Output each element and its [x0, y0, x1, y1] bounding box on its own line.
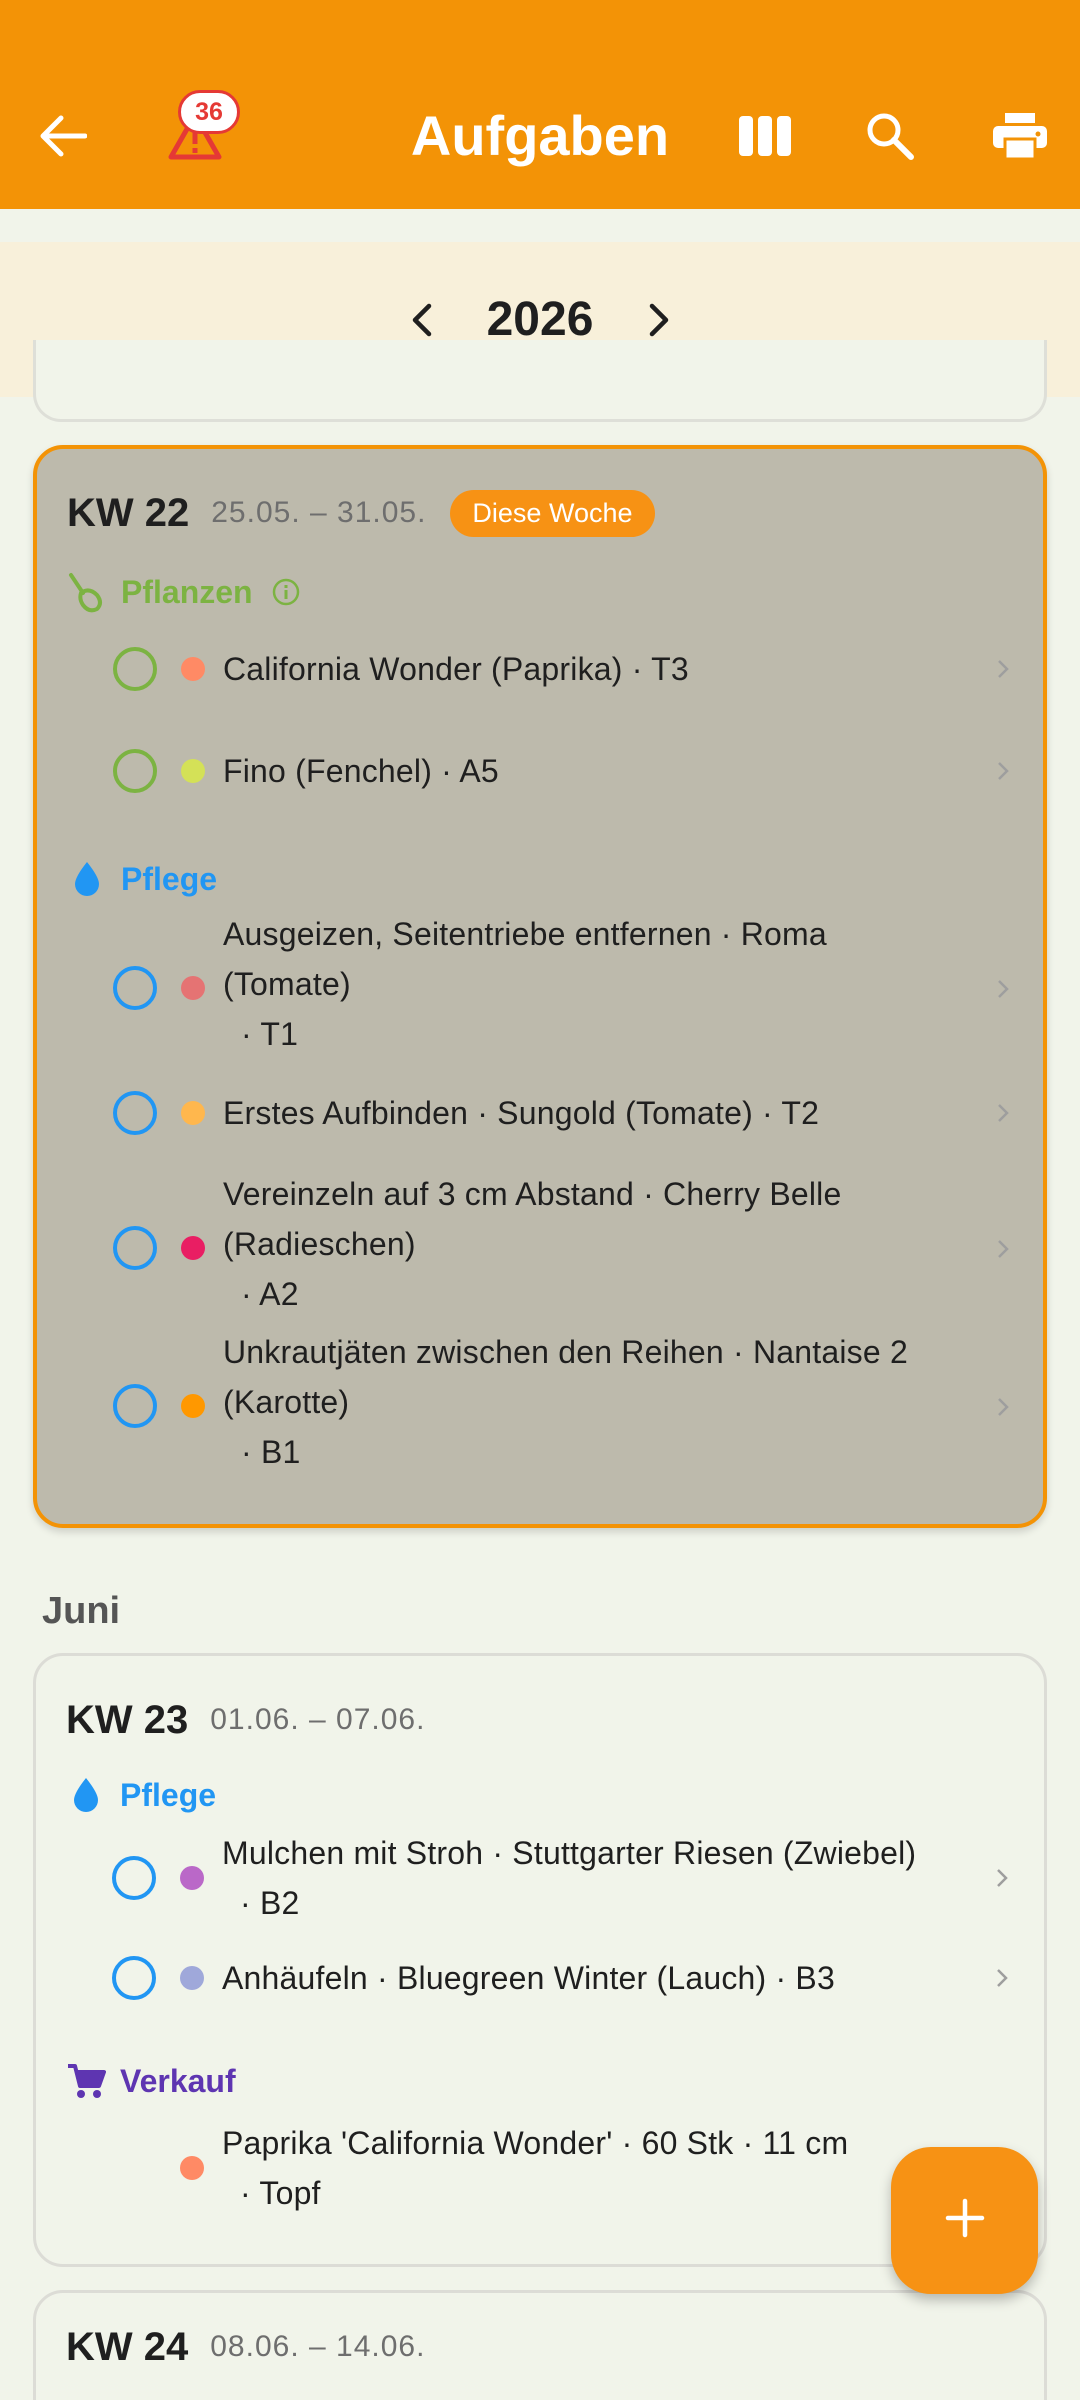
bed-color-dot — [180, 1866, 204, 1890]
task-checkbox[interactable] — [113, 966, 157, 1010]
week-card-current: KW 22 25.05. – 31.05. Diese Woche Pflanz… — [33, 445, 1047, 1528]
this-week-badge: Diese Woche — [450, 489, 655, 537]
week-header: KW 23 01.06. – 07.06. — [66, 1690, 425, 1750]
bed-color-dot — [180, 1966, 204, 1990]
chevron-right-icon — [990, 1863, 1014, 1893]
info-icon[interactable] — [271, 577, 301, 607]
task-checkbox[interactable] — [113, 1091, 157, 1135]
bed-color-dot — [181, 759, 205, 783]
week-number: KW 23 — [66, 1697, 189, 1742]
task-text: Fino (Fenchel) · A5 — [223, 753, 499, 789]
bed-color-dot — [180, 2156, 204, 2180]
chevron-right-icon — [991, 1392, 1015, 1422]
week-number: KW 22 — [67, 490, 190, 535]
bed-color-dot — [181, 1101, 205, 1125]
app-bar: 36 Aufgaben — [0, 0, 1080, 209]
chevron-right-icon — [991, 756, 1015, 786]
columns-icon[interactable] — [730, 96, 800, 176]
water-drop-icon — [67, 857, 107, 901]
bed-color-dot — [181, 657, 205, 681]
task-item[interactable]: California Wonder (Paprika) · T3 — [37, 619, 1045, 719]
plant-icon — [67, 570, 107, 614]
section-title: Pflanzen — [121, 573, 253, 610]
plus-icon — [945, 2198, 985, 2243]
task-checkbox[interactable] — [113, 647, 157, 691]
task-item[interactable]: Fino (Fenchel) · A5 — [37, 721, 1045, 821]
cart-icon — [66, 2059, 106, 2103]
chevron-right-icon — [991, 1098, 1015, 1128]
task-checkbox[interactable] — [113, 1226, 157, 1270]
section-header-pflege: Pflege — [67, 854, 217, 904]
task-item[interactable]: Ausgeizen, Seitentriebe entfernen · Roma… — [37, 909, 1045, 1069]
task-text: Unkrautjäten zwischen den Reihen · Nanta… — [223, 1334, 908, 1470]
section-title: Pflege — [121, 860, 218, 897]
task-text: Mulchen mit Stroh · Stuttgarter Riesen (… — [222, 1835, 917, 1921]
task-checkbox[interactable] — [113, 749, 157, 793]
task-text: Vereinzeln auf 3 cm Abstand · Cherry Bel… — [223, 1176, 842, 1312]
previous-week-card — [33, 340, 1047, 422]
bed-color-dot — [181, 1236, 205, 1260]
week-date-range: 08.06. – 14.06. — [210, 2330, 426, 2363]
chevron-right-icon — [991, 654, 1015, 684]
add-task-button[interactable] — [891, 2147, 1038, 2294]
task-item[interactable]: Mulchen mit Stroh · Stuttgarter Riesen (… — [36, 1826, 1044, 1936]
week-card: KW 24 08.06. – 14.06. — [33, 2290, 1047, 2400]
section-title: Verkauf — [120, 2062, 236, 2099]
task-text: Ausgeizen, Seitentriebe entfernen · Roma… — [223, 916, 827, 1052]
water-drop-icon — [66, 1773, 106, 1817]
task-checkbox[interactable] — [112, 1856, 156, 1900]
bed-color-dot — [181, 1394, 205, 1418]
chevron-right-icon — [990, 1963, 1014, 1993]
week-date-range: 25.05. – 31.05. — [211, 496, 427, 529]
task-text: Anhäufeln · Bluegreen Winter (Lauch) · B… — [222, 1960, 835, 1996]
bed-color-dot — [181, 976, 205, 1000]
task-checkbox[interactable] — [112, 1956, 156, 2000]
section-header-verkauf: Verkauf — [66, 2056, 236, 2106]
week-header: KW 24 08.06. – 14.06. — [66, 2317, 425, 2377]
week-number: KW 24 — [66, 2324, 189, 2369]
task-text: California Wonder (Paprika) · T3 — [223, 651, 689, 687]
week-header: KW 22 25.05. – 31.05. Diese Woche — [67, 483, 655, 543]
task-text: Erstes Aufbinden · Sungold (Tomate) · T2 — [223, 1095, 820, 1131]
print-icon[interactable] — [980, 96, 1060, 176]
search-icon[interactable] — [855, 96, 925, 176]
task-item[interactable]: Erstes Aufbinden · Sungold (Tomate) · T2 — [37, 1071, 1045, 1171]
task-item[interactable]: Unkrautjäten zwischen den Reihen · Nanta… — [37, 1327, 1045, 1487]
week-date-range: 01.06. – 07.06. — [210, 1703, 426, 1736]
month-label: Juni — [42, 1590, 121, 1632]
chevron-right-icon — [991, 974, 1015, 1004]
section-header-pflege: Pflege — [66, 1770, 216, 1820]
chevron-right-icon — [991, 1234, 1015, 1264]
task-item[interactable]: Vereinzeln auf 3 cm Abstand · Cherry Bel… — [37, 1169, 1045, 1329]
task-checkbox[interactable] — [113, 1384, 157, 1428]
task-item[interactable]: Anhäufeln · Bluegreen Winter (Lauch) · B… — [36, 1938, 1044, 2038]
section-header-pflanzen: Pflanzen — [67, 567, 301, 617]
section-title: Pflege — [120, 1776, 217, 1813]
